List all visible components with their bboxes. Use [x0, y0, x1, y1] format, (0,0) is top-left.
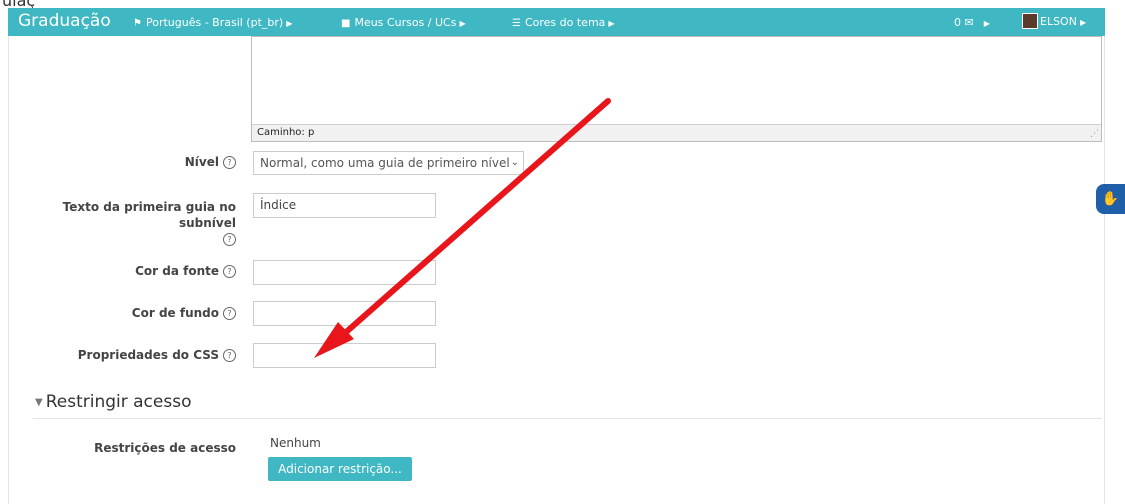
arrow-shaft	[333, 98, 611, 344]
annotation-arrow	[314, 98, 611, 358]
